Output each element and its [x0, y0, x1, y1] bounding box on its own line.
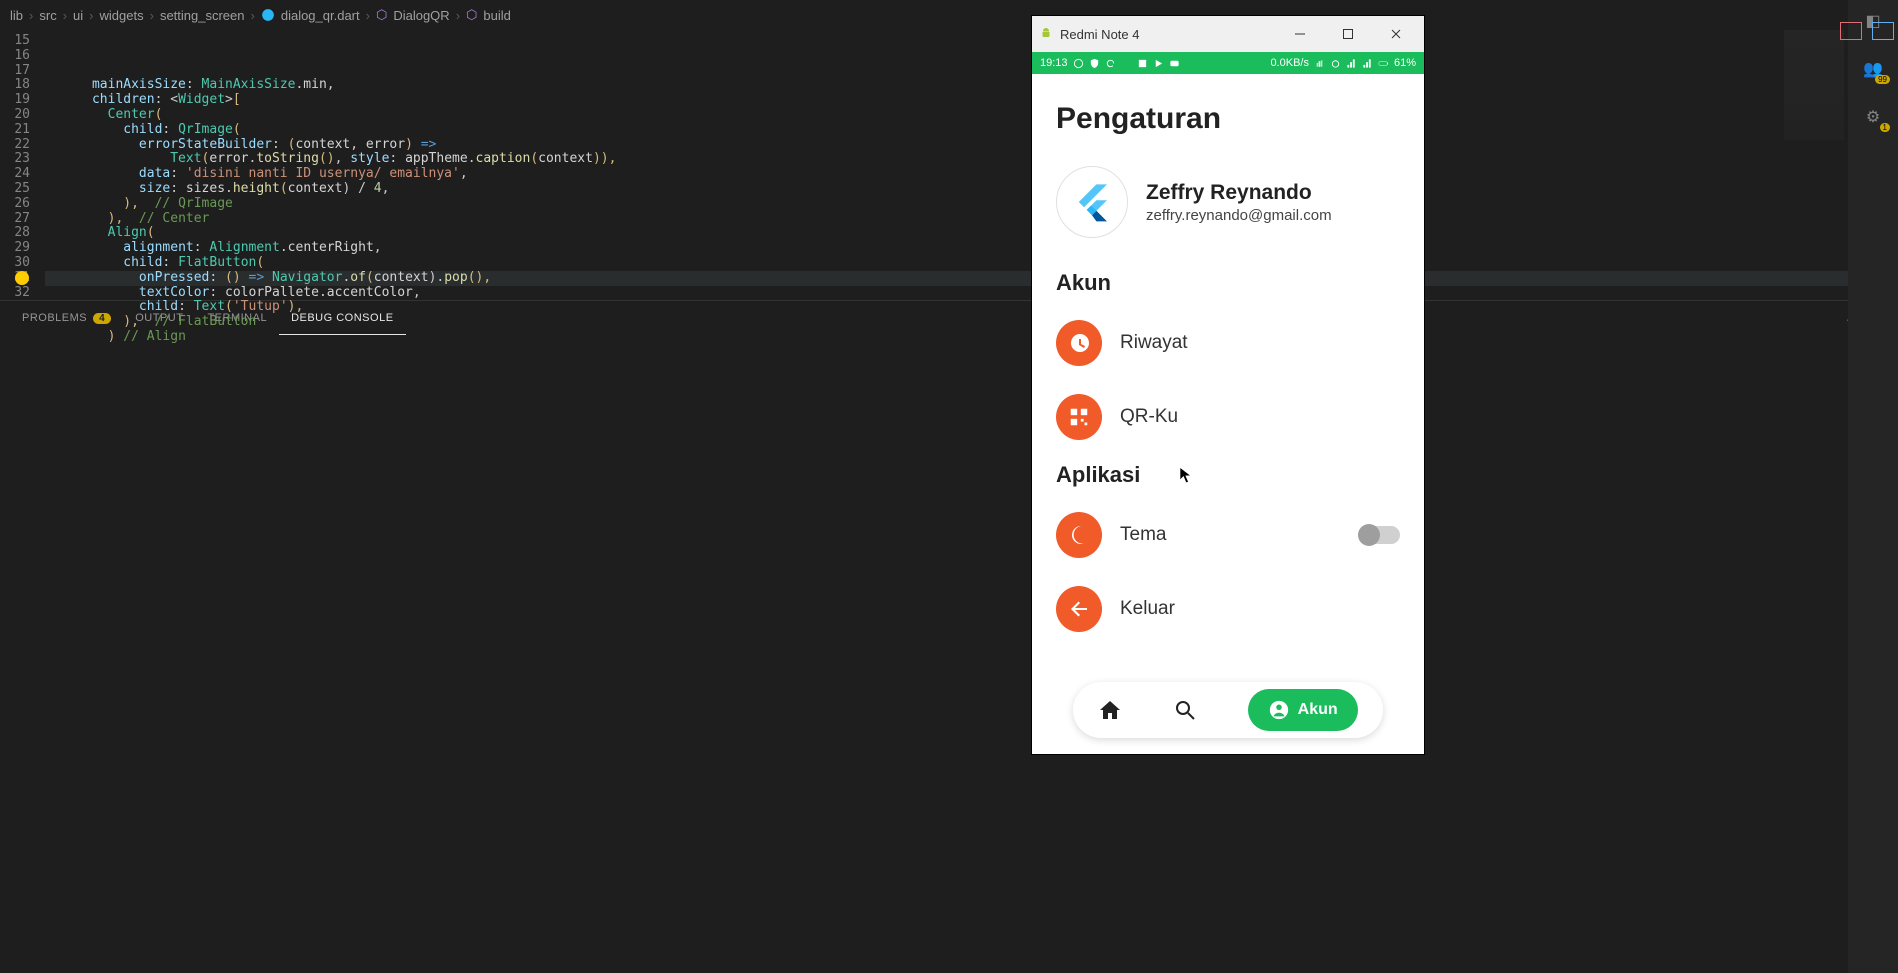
profile-email: zeffry.reynando@gmail.com: [1146, 207, 1332, 224]
device-window-title: Redmi Note 4: [1060, 27, 1139, 42]
account-icon: [1268, 699, 1290, 721]
breadcrumb-seg[interactable]: widgets: [100, 8, 144, 23]
qr-icon: [1056, 394, 1102, 440]
code-editor[interactable]: 151617181920212223242526272829303132 mai…: [0, 30, 1898, 300]
breadcrumb-seg[interactable]: ui: [73, 8, 83, 23]
avatar: [1056, 166, 1128, 238]
device-window-titlebar[interactable]: Redmi Note 4: [1032, 16, 1424, 52]
alarm-icon: [1330, 58, 1341, 69]
signal2-icon: [1362, 58, 1373, 69]
nav-akun-label: Akun: [1298, 701, 1338, 719]
method-icon: ⬡: [466, 7, 477, 23]
close-button[interactable]: [1376, 20, 1416, 48]
android-icon: [1040, 27, 1052, 42]
bottom-nav: Akun: [1073, 682, 1383, 738]
theme-toggle[interactable]: [1360, 526, 1400, 544]
download-icon: [1121, 58, 1132, 69]
history-icon: [1056, 320, 1102, 366]
breadcrumb-seg[interactable]: lib: [10, 8, 23, 23]
home-icon: [1098, 698, 1122, 722]
breadcrumb-seg[interactable]: setting_screen: [160, 8, 245, 23]
signal-icon: [1346, 58, 1357, 69]
breadcrumb-seg[interactable]: src: [39, 8, 56, 23]
split-editor-icon[interactable]: [1840, 22, 1862, 40]
profile-name: Zeffry Reynando: [1146, 181, 1332, 205]
device-status-bar: 19:13 0.0KB/s 61%: [1032, 52, 1424, 74]
nav-akun[interactable]: Akun: [1248, 689, 1358, 731]
breadcrumb: lib› src› ui› widgets› setting_screen› d…: [0, 0, 1898, 30]
back-arrow-icon: [1056, 586, 1102, 632]
maximize-button[interactable]: [1328, 20, 1368, 48]
search-icon: [1173, 698, 1197, 722]
vibrate-icon: [1314, 58, 1325, 69]
list-item-tema[interactable]: Tema: [1032, 498, 1424, 572]
list-item-keluar[interactable]: Keluar: [1032, 572, 1424, 646]
sync-icon: [1105, 58, 1116, 69]
list-item-riwayat[interactable]: Riwayat: [1032, 306, 1424, 380]
battery-icon: [1378, 58, 1389, 69]
item-label: Keluar: [1120, 598, 1175, 620]
whatsapp-icon: [1073, 58, 1084, 69]
breadcrumb-seg[interactable]: build: [483, 8, 510, 23]
lightbulb-icon[interactable]: [15, 271, 29, 285]
profile-card[interactable]: Zeffry Reynando zeffry.reynando@gmail.co…: [1032, 148, 1424, 262]
shield-icon: [1089, 58, 1100, 69]
breadcrumb-seg[interactable]: dialog_qr.dart: [281, 8, 360, 23]
section-header: Akun: [1032, 262, 1424, 306]
mouse-cursor-icon: [1179, 466, 1193, 484]
status-time: 19:13: [1040, 57, 1068, 69]
nav-search[interactable]: [1173, 698, 1197, 722]
line-gutter: 151617181920212223242526272829303132: [0, 30, 45, 300]
nav-home[interactable]: [1098, 698, 1122, 722]
item-label: Tema: [1120, 524, 1166, 546]
play-icon: [1153, 58, 1164, 69]
device-screen[interactable]: Pengaturan Zeffry Reynando zeffry.reynan…: [1032, 74, 1424, 754]
status-battery: 61%: [1394, 57, 1416, 69]
youtube-icon: [1169, 58, 1180, 69]
page-title: Pengaturan: [1032, 74, 1424, 148]
item-label: QR-Ku: [1120, 406, 1178, 428]
class-icon: ⬡: [376, 7, 387, 23]
dart-file-icon: [261, 8, 275, 22]
flutter-logo-icon: [1070, 180, 1114, 224]
section-header: Aplikasi: [1032, 454, 1424, 498]
code-area[interactable]: mainAxisSize: MainAxisSize.min, children…: [45, 30, 1898, 300]
breadcrumb-seg[interactable]: DialogQR: [393, 8, 449, 23]
editor-layout-buttons: [1840, 22, 1894, 40]
device-mirror-window: Redmi Note 4 19:13 0.0KB/s 61%: [1032, 16, 1424, 754]
status-net: 0.0KB/s: [1270, 57, 1309, 69]
toggle-layout-icon[interactable]: [1872, 22, 1894, 40]
minimize-button[interactable]: [1280, 20, 1320, 48]
moon-icon: [1056, 512, 1102, 558]
item-label: Riwayat: [1120, 332, 1188, 354]
list-item-qrku[interactable]: QR-Ku: [1032, 380, 1424, 454]
app-icon: [1137, 58, 1148, 69]
